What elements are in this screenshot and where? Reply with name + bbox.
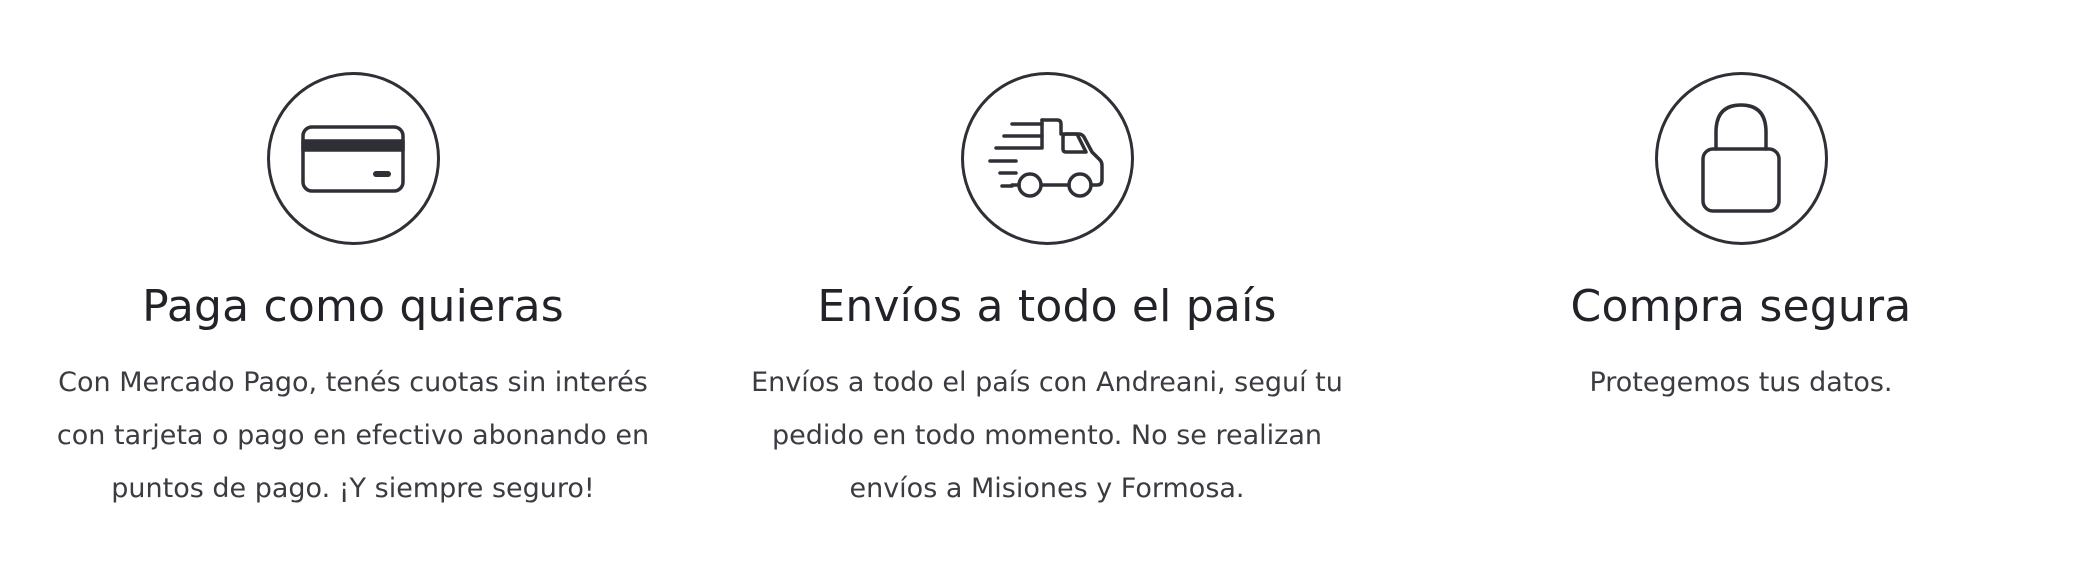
feature-description: Con Mercado Pago, tenés cuotas sin inter…	[33, 356, 673, 515]
feature-description-line: puntos de pago. ¡Y siempre seguro!	[111, 473, 595, 504]
feature-description-line: Protegemos tus datos.	[1589, 367, 1893, 398]
padlock-icon	[1701, 102, 1781, 213]
feature-description-line: con tarjeta o pago en efectivo abonando …	[56, 420, 650, 451]
feature-title: Paga como quieras	[142, 281, 564, 332]
feature-payment: Paga como quieras Con Mercado Pago, tené…	[33, 72, 673, 515]
feature-title: Compra segura	[1570, 281, 1912, 332]
feature-description-line: Con Mercado Pago, tenés cuotas sin inter…	[58, 367, 648, 398]
feature-description-line: pedido en todo momento. No se realizan	[772, 420, 1322, 451]
feature-description-line: Envíos a todo el país con Andreani, segu…	[751, 367, 1343, 398]
feature-shipping: Envíos a todo el país Envíos a todo el p…	[727, 72, 1367, 515]
feature-description-line: envíos a Misiones y Formosa.	[849, 473, 1245, 504]
features-section: Paga como quieras Con Mercado Pago, tené…	[0, 0, 2076, 584]
credit-card-icon	[301, 124, 405, 193]
delivery-truck-icon	[988, 117, 1104, 198]
feature-security: Compra segura Protegemos tus datos.	[1421, 72, 2061, 409]
delivery-truck-icon-circle	[960, 72, 1134, 245]
feature-description: Protegemos tus datos.	[1421, 356, 2061, 409]
padlock-icon-circle	[1654, 72, 1828, 245]
credit-card-icon-circle	[266, 72, 440, 245]
feature-title: Envíos a todo el país	[817, 281, 1277, 332]
feature-description: Envíos a todo el país con Andreani, segu…	[727, 356, 1367, 515]
